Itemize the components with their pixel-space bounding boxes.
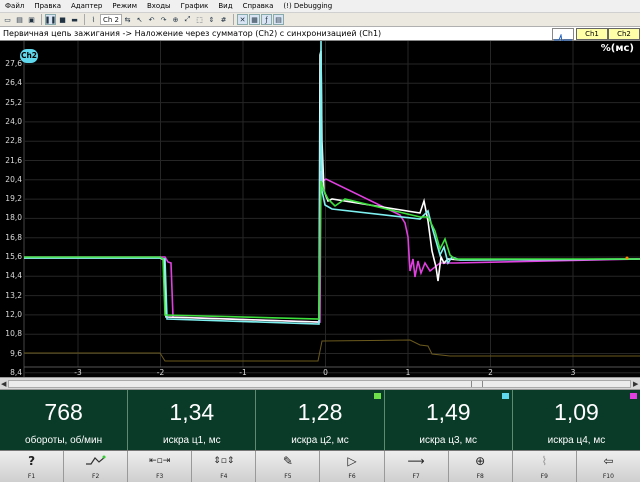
fkey-label: F5 <box>284 473 292 480</box>
readout-value: 1,49 <box>425 399 471 425</box>
fkey-label: F8 <box>476 473 484 480</box>
toolbar-divider <box>84 14 85 25</box>
fkey-label: F7 <box>412 473 420 480</box>
pause-icon[interactable]: ❚❚ <box>45 14 56 25</box>
fx-icon[interactable]: ƒ <box>261 14 273 25</box>
menu-edit[interactable]: Правка <box>29 2 66 10</box>
readout-spark-4: 1,09 искра ц4, мс <box>513 390 640 450</box>
f8-button[interactable]: ⊕ F8 <box>448 451 513 482</box>
stop-icon[interactable]: ■ <box>57 14 68 25</box>
fkey-label: F3 <box>156 473 164 480</box>
readout-rpm: 768 обороты, об/мин <box>0 390 129 450</box>
brush-icon: ✎ <box>282 454 293 468</box>
scroll-left-icon[interactable]: ◀ <box>1 380 6 388</box>
crosshair-icon: ⊕ <box>475 454 486 468</box>
readout-spark-2: 1,28 искра ц2, мс <box>256 390 385 450</box>
menu-graph[interactable]: График <box>176 2 214 10</box>
scroll-right-icon[interactable]: ▶ <box>633 380 638 388</box>
waveforms <box>24 41 640 362</box>
menu-view[interactable]: Вид <box>213 2 237 10</box>
fkey-label: F10 <box>602 473 614 480</box>
scroll-thumb[interactable] <box>8 380 631 388</box>
readout-label: обороты, об/мин <box>25 435 103 446</box>
menu-bar: Файл Правка Адаптер Режим Входы График В… <box>0 0 640 13</box>
trace-cylinder-4 <box>24 170 640 323</box>
menu-help[interactable]: Справка <box>238 2 279 10</box>
filter-icon: ⌇ <box>541 454 548 468</box>
arrow-right-icon: ⟶ <box>407 454 425 468</box>
horizontal-scrollbar[interactable]: ◀ ▶ <box>0 377 640 390</box>
play-icon: ▷ <box>347 454 357 468</box>
menu-file[interactable]: Файл <box>0 2 29 10</box>
trace-cylinder-2 <box>24 180 640 320</box>
fkey-label: F9 <box>540 473 548 480</box>
menu-mode[interactable]: Режим <box>107 2 142 10</box>
grid-icon[interactable]: # <box>218 14 229 25</box>
table-icon[interactable]: ▤ <box>273 14 285 25</box>
function-key-bar: ? F1 F2 ⇤▫⇥ F3 ⇕▫⇕ F4 ✎ F5 ▷ F6 ⟶ F7 ⊕ F… <box>0 450 640 482</box>
readout-value: 1,34 <box>169 399 215 425</box>
amplitude-icon: ⇕▫⇕ <box>213 456 235 466</box>
channel-select[interactable]: Ch 2 <box>100 14 123 25</box>
info-bar: Первичная цепь зажигания -> Наложение че… <box>0 27 640 44</box>
fit-icon[interactable]: ⬚ <box>194 14 205 25</box>
readout-label: искра ц3, мс <box>419 435 477 446</box>
exit-icon: ⇦ <box>603 454 614 468</box>
help-icon: ? <box>28 454 36 468</box>
fkey-label: F4 <box>220 473 228 480</box>
swap-icon[interactable]: ⇆ <box>122 14 133 25</box>
open-icon[interactable]: ▤ <box>14 14 25 25</box>
f9-button[interactable]: ⌇ F9 <box>512 451 577 482</box>
f10-button[interactable]: ⇦ F10 <box>576 451 640 482</box>
toolbar: ▭ ▤ ▣ ❚❚ ■ ▬ ⌇ Ch 2 ⇆ ↖ ↶ ↷ ⊕ ⤢ ⬚ ⇕ # ✕ … <box>0 13 640 27</box>
scale-icon[interactable]: ⇕ <box>206 14 217 25</box>
expand-icon[interactable]: ⤢ <box>182 14 193 25</box>
chart-icon[interactable]: ▦ <box>249 14 261 25</box>
cross-icon[interactable]: ✕ <box>237 14 249 25</box>
readout-value: 1,09 <box>554 399 599 425</box>
save-icon[interactable]: ▣ <box>26 14 37 25</box>
f6-button[interactable]: ▷ F6 <box>320 451 385 482</box>
toolbar-divider <box>233 14 235 25</box>
trace-cylinder-1 <box>24 50 640 323</box>
f5-button[interactable]: ✎ F5 <box>256 451 321 482</box>
readout-label: искра ц1, мс <box>163 435 221 446</box>
waveform-preview <box>552 28 574 44</box>
channel-toggle-icon[interactable]: ▬ <box>69 14 80 25</box>
undo-icon[interactable]: ↶ <box>146 14 157 25</box>
new-icon[interactable]: ▭ <box>2 14 13 25</box>
trace-ch1-sync <box>24 339 640 362</box>
trace-marker <box>625 256 629 260</box>
scope-title: Первичная цепь зажигания -> Наложение че… <box>3 29 382 38</box>
f7-button[interactable]: ⟶ F7 <box>384 451 449 482</box>
zoom-icon[interactable]: ⊕ <box>170 14 181 25</box>
fkey-label: F1 <box>27 473 36 480</box>
readout-value: 768 <box>44 399 83 425</box>
redo-icon[interactable]: ↷ <box>158 14 169 25</box>
ch2-button[interactable]: Ch2 <box>608 28 640 40</box>
readout-value: 1,28 <box>297 399 343 425</box>
timebase-icon: ⇤▫⇥ <box>149 456 171 466</box>
fkey-label: F6 <box>348 473 356 480</box>
oscilloscope-plot[interactable]: 27,6 26,4 25,2 24,0 22,8 21,6 20,4 19,2 18,0 16,8… <box>0 41 640 377</box>
readout-label: искра ц4, мс <box>547 435 606 446</box>
menu-debugging[interactable]: (!) Debugging <box>278 2 337 10</box>
fkey-label: F2 <box>92 473 100 480</box>
menu-adapter[interactable]: Адаптер <box>66 2 107 10</box>
measurement-panel: 768 обороты, об/мин 1,34 искра ц1, мс 1,… <box>0 390 640 450</box>
readout-label: искра ц2, мс <box>291 435 349 446</box>
scroll-grip[interactable] <box>471 381 483 387</box>
trigger-icon[interactable]: ⌇ <box>88 14 99 25</box>
cursor-icon[interactable]: ↖ <box>134 14 145 25</box>
menu-inputs[interactable]: Входы <box>142 2 176 10</box>
f1-button[interactable]: ? F1 <box>0 451 65 482</box>
f3-button[interactable]: ⇤▫⇥ F3 <box>128 451 193 482</box>
f4-button[interactable]: ⇕▫⇕ F4 <box>192 451 257 482</box>
readout-spark-3: 1,49 искра ц3, мс <box>385 390 513 450</box>
readout-spark-1: 1,34 искра ц1, мс <box>128 390 257 450</box>
f2-button[interactable]: F2 <box>64 451 129 482</box>
trigger-icon <box>64 453 127 469</box>
ch1-button[interactable]: Ch1 <box>576 28 608 40</box>
toolbar-divider <box>41 14 42 25</box>
